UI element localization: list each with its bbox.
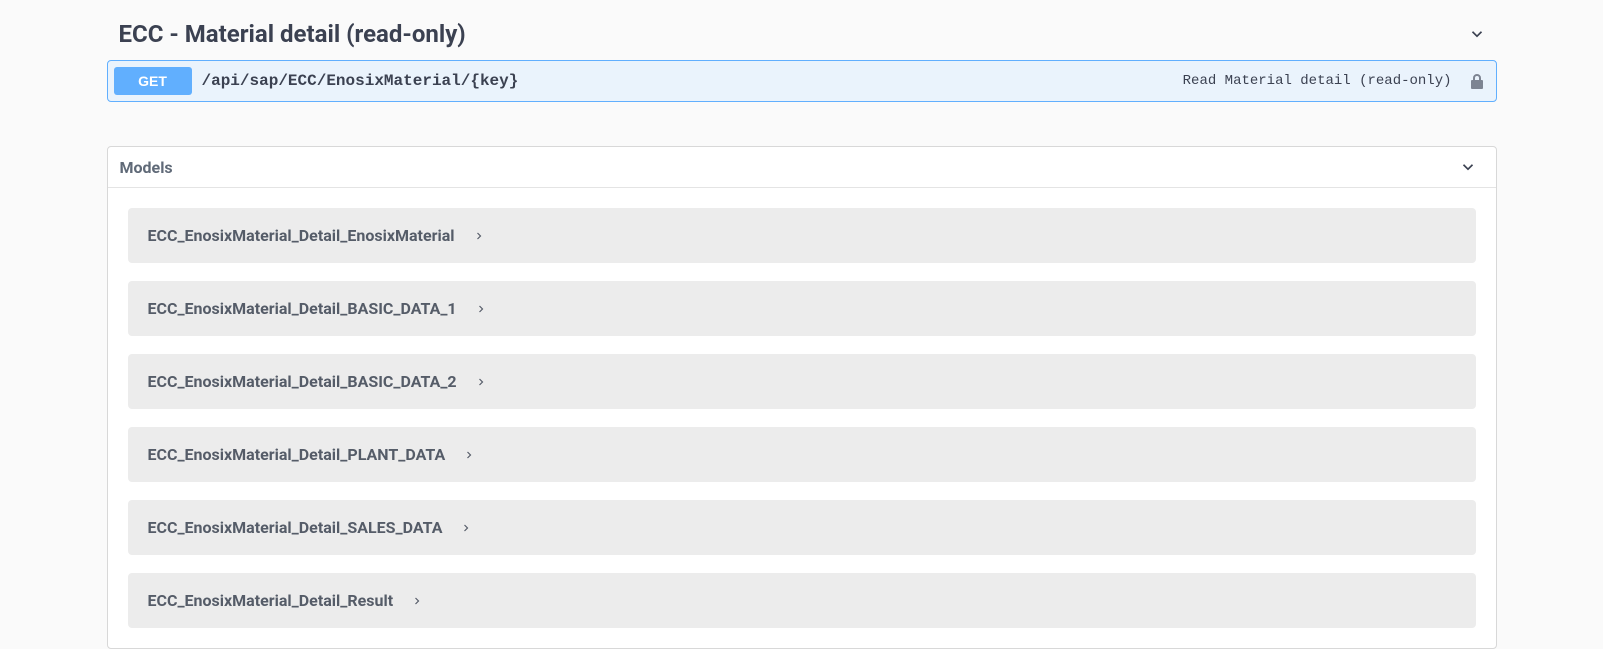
model-item[interactable]: ECC_EnosixMaterial_Detail_BASIC_DATA_2 bbox=[128, 354, 1476, 409]
model-name: ECC_EnosixMaterial_Detail_Result bbox=[148, 591, 394, 610]
chevron-right-icon bbox=[411, 595, 423, 607]
endpoint-row[interactable]: GET /api/sap/ECC/EnosixMaterial/{key} Re… bbox=[107, 60, 1497, 102]
model-name: ECC_EnosixMaterial_Detail_SALES_DATA bbox=[148, 518, 443, 537]
endpoint-list: GET /api/sap/ECC/EnosixMaterial/{key} Re… bbox=[107, 60, 1497, 102]
chevron-right-icon bbox=[473, 230, 485, 242]
chevron-down-icon bbox=[1467, 24, 1487, 44]
lock-icon[interactable] bbox=[1468, 72, 1486, 90]
model-name: ECC_EnosixMaterial_Detail_BASIC_DATA_1 bbox=[148, 299, 457, 318]
models-title: Models bbox=[120, 158, 173, 177]
chevron-down-icon bbox=[1458, 157, 1478, 177]
models-header[interactable]: Models bbox=[108, 147, 1496, 188]
chevron-right-icon bbox=[460, 522, 472, 534]
model-item[interactable]: ECC_EnosixMaterial_Detail_SALES_DATA bbox=[128, 500, 1476, 555]
model-item[interactable]: ECC_EnosixMaterial_Detail_Result bbox=[128, 573, 1476, 628]
endpoint-description: Read Material detail (read-only) bbox=[1183, 73, 1452, 89]
section-header[interactable]: ECC - Material detail (read-only) bbox=[107, 14, 1497, 54]
model-name: ECC_EnosixMaterial_Detail_PLANT_DATA bbox=[148, 445, 446, 464]
chevron-right-icon bbox=[475, 303, 487, 315]
model-name: ECC_EnosixMaterial_Detail_EnosixMaterial bbox=[148, 226, 455, 245]
models-list: ECC_EnosixMaterial_Detail_EnosixMaterial… bbox=[108, 188, 1496, 648]
endpoint-path: /api/sap/ECC/EnosixMaterial/{key} bbox=[202, 72, 519, 90]
chevron-right-icon bbox=[475, 376, 487, 388]
chevron-right-icon bbox=[463, 449, 475, 461]
model-item[interactable]: ECC_EnosixMaterial_Detail_BASIC_DATA_1 bbox=[128, 281, 1476, 336]
model-name: ECC_EnosixMaterial_Detail_BASIC_DATA_2 bbox=[148, 372, 457, 391]
section-title: ECC - Material detail (read-only) bbox=[119, 20, 466, 48]
model-item[interactable]: ECC_EnosixMaterial_Detail_PLANT_DATA bbox=[128, 427, 1476, 482]
models-panel: Models ECC_EnosixMaterial_Detail_EnosixM… bbox=[107, 146, 1497, 649]
http-method-badge: GET bbox=[114, 67, 192, 95]
page-container: ECC - Material detail (read-only) GET /a… bbox=[107, 0, 1497, 649]
model-item[interactable]: ECC_EnosixMaterial_Detail_EnosixMaterial bbox=[128, 208, 1476, 263]
